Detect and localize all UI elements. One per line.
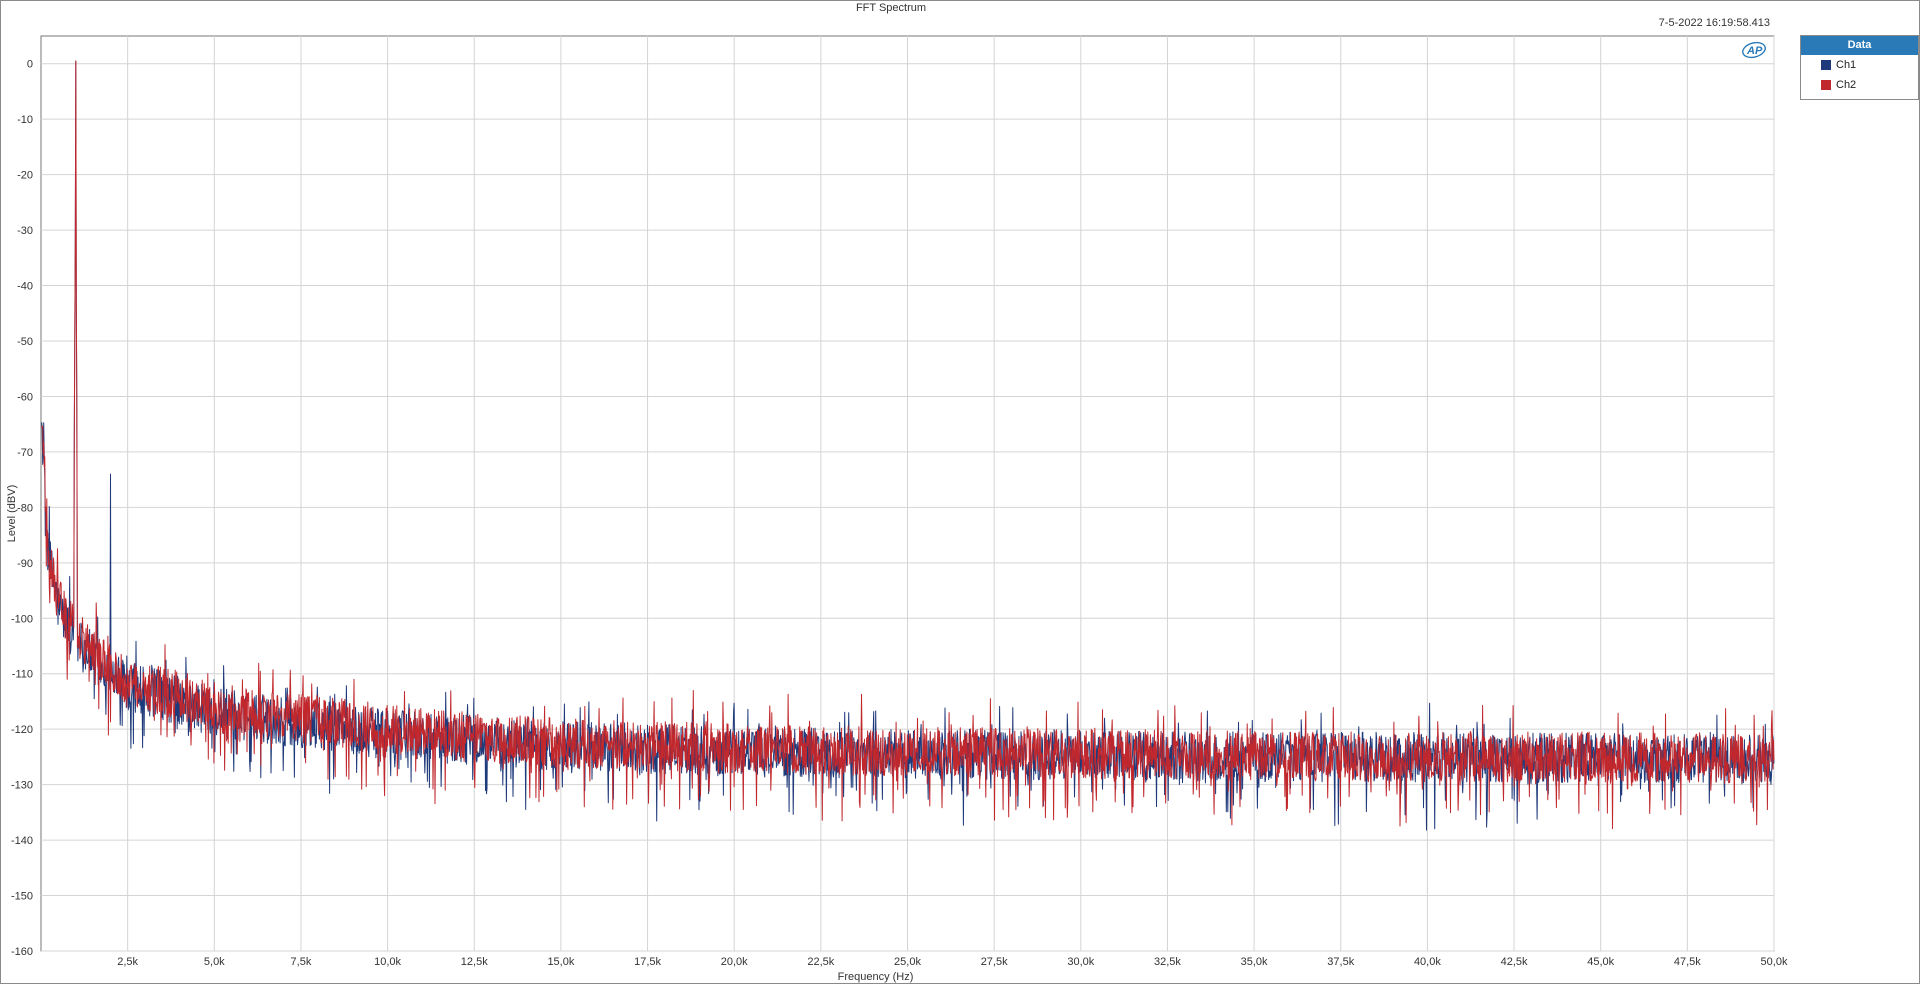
y-tick-label: -80 [17,502,33,514]
x-tick-label: 12,5k [461,956,488,968]
x-tick-label: 32,5k [1154,956,1181,968]
plot-area[interactable]: 0 -10 -20 -30 -40 -50 -60 -70 -80 -90 -100 -110 -120… [1,1,1919,983]
y-tick-label: -70 [17,447,33,459]
x-tick-label: 47,5k [1674,956,1701,968]
x-tick-label: 7,5k [291,956,312,968]
y-tick-label: -110 [12,669,33,681]
svg-text:AP: AP [1746,45,1763,57]
x-tick-label: 2,5k [117,956,138,968]
y-tick-label: -60 [17,391,33,403]
x-tick-label: 37,5k [1327,956,1354,968]
chart-window: FFT Spectrum 7-5-2022 16:19:58.413 0 -10-… [0,0,1920,984]
y-tick-label: -140 [11,835,33,847]
y-tick-label: -30 [17,225,33,237]
y-tick-label: -50 [17,336,33,348]
x-tick-label: 25,0k [894,956,921,968]
y-tick-label: 0 [27,59,33,71]
legend-label-ch1: Ch1 [1836,59,1857,71]
x-tick-label: 42,5k [1501,956,1528,968]
x-tick-label: 50,0k [1761,956,1788,968]
x-tick-label: 35,0k [1241,956,1268,968]
y-tick-label: -40 [17,281,33,293]
y-tick-label: -20 [17,170,33,182]
ap-logo-icon: AP [1741,41,1767,59]
legend-label-ch2: Ch2 [1836,79,1857,91]
x-axis-label: Frequency (Hz) [838,971,914,983]
legend-swatch-ch1 [1821,60,1831,70]
y-tick-label: -120 [11,724,33,736]
legend-title: Data [1801,36,1918,55]
x-tick-label: 15,0k [547,956,574,968]
legend-item-ch1[interactable]: Ch1 [1801,55,1918,75]
x-tick-label: 17,5k [634,956,661,968]
grid [40,35,1775,952]
y-tick-label: -100 [11,613,33,625]
x-tick-label: 5,0k [204,956,225,968]
y-tick-label: -10 [17,114,33,126]
x-tick-label: 40,0k [1414,956,1441,968]
y-tick-label: -130 [11,780,33,792]
y-tick-label: -150 [11,891,33,903]
y-axis-label: Level (dBV) [6,485,18,542]
legend-item-ch2[interactable]: Ch2 [1801,75,1918,95]
y-tick-label: -160 [11,946,33,958]
x-tick-label: 27,5k [981,956,1008,968]
x-tick-label: 30,0k [1067,956,1094,968]
x-tick-label: 22,5k [807,956,834,968]
x-tick-label: 20,0k [721,956,748,968]
x-tick-label: 45,0k [1587,956,1614,968]
y-tick-label: -90 [17,558,33,570]
legend-swatch-ch2 [1821,80,1831,90]
legend[interactable]: Data Ch1 Ch2 [1800,35,1919,100]
axes: 0 -10 -20 -30 -40 -50 -60 -70 -80 -90 -100 -110 -120… [6,59,1788,983]
x-tick-label: 10,0k [374,956,401,968]
